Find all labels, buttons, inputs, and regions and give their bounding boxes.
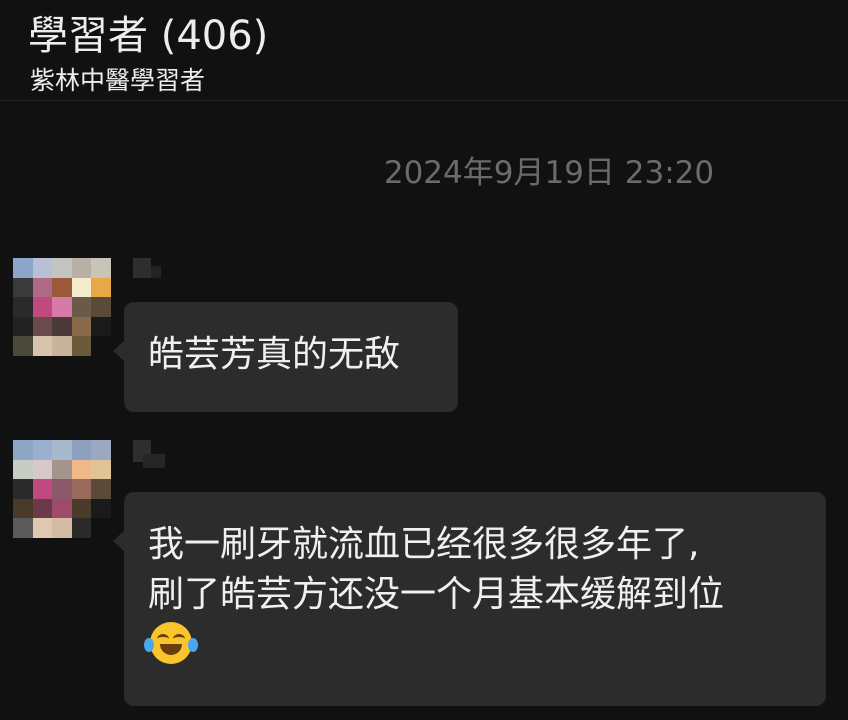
message-bubble[interactable]: 皓芸芳真的无敌 xyxy=(113,302,458,412)
message-text: 我一刷牙就流血已经很多很多年了, 刷了皓芸方还没一个月基本缓解到位 xyxy=(144,520,814,670)
sender-name-redacted xyxy=(133,258,167,280)
avatar[interactable] xyxy=(13,258,111,356)
message-bubble[interactable]: 我一刷牙就流血已经很多很多年了, 刷了皓芸方还没一个月基本缓解到位 xyxy=(113,492,826,706)
avatar[interactable] xyxy=(13,440,111,538)
chat-title[interactable]: 學習者 (406) xyxy=(28,10,268,62)
message-timestamp: 2024年9月19日 23:20 xyxy=(383,155,715,191)
message-text: 皓芸芳真的无敌 xyxy=(148,334,401,375)
chat-subtitle: 紫林中醫學習者 xyxy=(30,66,206,95)
chat-header: 學習者 (406) 紫林中醫學習者 xyxy=(0,0,848,101)
message-text-content: 我一刷牙就流血已经很多很多年了, 刷了皓芸方还没一个月基本缓解到位 xyxy=(148,524,725,615)
face-with-tears-of-joy-icon xyxy=(144,622,198,664)
sender-name-redacted xyxy=(133,440,167,470)
